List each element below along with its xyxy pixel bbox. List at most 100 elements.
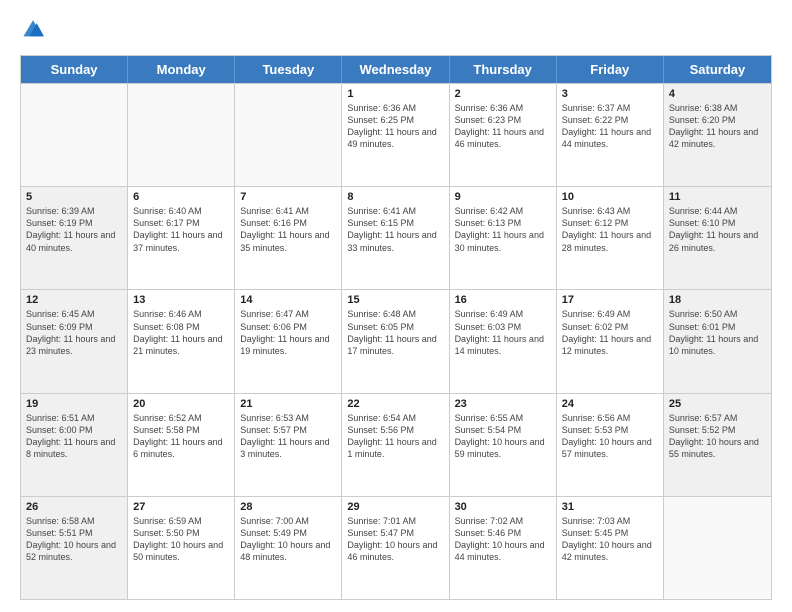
cal-cell: 31 Sunrise: 7:03 AM Sunset: 5:45 PM Dayli…: [557, 497, 664, 599]
day-info: Sunrise: 6:43 AM Sunset: 6:12 PM Dayligh…: [562, 205, 658, 254]
day-info: Sunrise: 6:47 AM Sunset: 6:06 PM Dayligh…: [240, 308, 336, 357]
day-number: 7: [240, 191, 336, 203]
day-info: Sunrise: 6:39 AM Sunset: 6:19 PM Dayligh…: [26, 205, 122, 254]
cal-week-2: 5 Sunrise: 6:39 AM Sunset: 6:19 PM Daylig…: [21, 186, 771, 289]
day-number: 2: [455, 88, 551, 100]
logo: [20, 18, 48, 45]
cal-cell: 13 Sunrise: 6:46 AM Sunset: 6:08 PM Dayli…: [128, 290, 235, 392]
cal-cell: 25Sunrise: 6:57 AM Sunset: 5:52 PM Dayli…: [664, 394, 771, 496]
day-number: 28: [240, 501, 336, 513]
day-number: 26: [26, 501, 122, 513]
day-info: Sunrise: 6:57 AM Sunset: 5:52 PM Dayligh…: [669, 412, 766, 461]
cal-week-3: 12Sunrise: 6:45 AM Sunset: 6:09 PM Dayli…: [21, 289, 771, 392]
cal-cell: 17 Sunrise: 6:49 AM Sunset: 6:02 PM Dayli…: [557, 290, 664, 392]
cal-cell: 28 Sunrise: 7:00 AM Sunset: 5:49 PM Dayli…: [235, 497, 342, 599]
day-number: 29: [347, 501, 443, 513]
calendar: SundayMondayTuesdayWednesdayThursdayFrid…: [20, 55, 772, 600]
cal-cell: 18Sunrise: 6:50 AM Sunset: 6:01 PM Dayli…: [664, 290, 771, 392]
day-info: Sunrise: 6:49 AM Sunset: 6:02 PM Dayligh…: [562, 308, 658, 357]
day-number: 6: [133, 191, 229, 203]
day-info: Sunrise: 6:41 AM Sunset: 6:15 PM Dayligh…: [347, 205, 443, 254]
day-info: Sunrise: 6:46 AM Sunset: 6:08 PM Dayligh…: [133, 308, 229, 357]
cal-cell: 7 Sunrise: 6:41 AM Sunset: 6:16 PM Daylig…: [235, 187, 342, 289]
day-number: 13: [133, 294, 229, 306]
calendar-body: 1 Sunrise: 6:36 AM Sunset: 6:25 PM Daylig…: [21, 83, 771, 599]
cal-cell: 21 Sunrise: 6:53 AM Sunset: 5:57 PM Dayli…: [235, 394, 342, 496]
cal-header-thursday: Thursday: [450, 56, 557, 83]
cal-cell: 16Sunrise: 6:49 AM Sunset: 6:03 PM Dayli…: [450, 290, 557, 392]
day-info: Sunrise: 6:41 AM Sunset: 6:16 PM Dayligh…: [240, 205, 336, 254]
cal-header-sunday: Sunday: [21, 56, 128, 83]
cal-cell: 5 Sunrise: 6:39 AM Sunset: 6:19 PM Daylig…: [21, 187, 128, 289]
cal-cell: 2Sunrise: 6:36 AM Sunset: 6:23 PM Daylig…: [450, 84, 557, 186]
day-info: Sunrise: 6:48 AM Sunset: 6:05 PM Dayligh…: [347, 308, 443, 357]
cal-cell: 3Sunrise: 6:37 AM Sunset: 6:22 PM Daylig…: [557, 84, 664, 186]
day-info: Sunrise: 6:59 AM Sunset: 5:50 PM Dayligh…: [133, 515, 229, 564]
day-number: 31: [562, 501, 658, 513]
day-number: 1: [347, 88, 443, 100]
cal-week-4: 19 Sunrise: 6:51 AM Sunset: 6:00 PM Dayli…: [21, 393, 771, 496]
day-info: Sunrise: 6:51 AM Sunset: 6:00 PM Dayligh…: [26, 412, 122, 461]
day-info: Sunrise: 7:00 AM Sunset: 5:49 PM Dayligh…: [240, 515, 336, 564]
cal-header-friday: Friday: [557, 56, 664, 83]
day-number: 4: [669, 88, 766, 100]
day-info: Sunrise: 6:50 AM Sunset: 6:01 PM Dayligh…: [669, 308, 766, 357]
header: [20, 18, 772, 45]
cal-cell: [235, 84, 342, 186]
cal-header-monday: Monday: [128, 56, 235, 83]
day-number: 10: [562, 191, 658, 203]
cal-cell: 6Sunrise: 6:40 AM Sunset: 6:17 PM Daylig…: [128, 187, 235, 289]
cal-cell: [128, 84, 235, 186]
cal-header-saturday: Saturday: [664, 56, 771, 83]
day-info: Sunrise: 6:36 AM Sunset: 6:25 PM Dayligh…: [347, 102, 443, 151]
day-number: 16: [455, 294, 551, 306]
day-info: Sunrise: 6:53 AM Sunset: 5:57 PM Dayligh…: [240, 412, 336, 461]
day-info: Sunrise: 6:54 AM Sunset: 5:56 PM Dayligh…: [347, 412, 443, 461]
cal-week-1: 1 Sunrise: 6:36 AM Sunset: 6:25 PM Daylig…: [21, 83, 771, 186]
cal-cell: 14Sunrise: 6:47 AM Sunset: 6:06 PM Dayli…: [235, 290, 342, 392]
cal-cell: 23Sunrise: 6:55 AM Sunset: 5:54 PM Dayli…: [450, 394, 557, 496]
cal-cell: 30 Sunrise: 7:02 AM Sunset: 5:46 PM Dayli…: [450, 497, 557, 599]
day-number: 15: [347, 294, 443, 306]
cal-cell: 22 Sunrise: 6:54 AM Sunset: 5:56 PM Dayli…: [342, 394, 449, 496]
day-number: 30: [455, 501, 551, 513]
day-info: Sunrise: 7:03 AM Sunset: 5:45 PM Dayligh…: [562, 515, 658, 564]
day-number: 20: [133, 398, 229, 410]
day-info: Sunrise: 6:55 AM Sunset: 5:54 PM Dayligh…: [455, 412, 551, 461]
cal-cell: [664, 497, 771, 599]
day-info: Sunrise: 7:02 AM Sunset: 5:46 PM Dayligh…: [455, 515, 551, 564]
day-info: Sunrise: 7:01 AM Sunset: 5:47 PM Dayligh…: [347, 515, 443, 564]
day-number: 27: [133, 501, 229, 513]
cal-cell: 8 Sunrise: 6:41 AM Sunset: 6:15 PM Daylig…: [342, 187, 449, 289]
day-info: Sunrise: 6:58 AM Sunset: 5:51 PM Dayligh…: [26, 515, 122, 564]
cal-cell: 1 Sunrise: 6:36 AM Sunset: 6:25 PM Daylig…: [342, 84, 449, 186]
cal-cell: 9 Sunrise: 6:42 AM Sunset: 6:13 PM Daylig…: [450, 187, 557, 289]
day-info: Sunrise: 6:52 AM Sunset: 5:58 PM Dayligh…: [133, 412, 229, 461]
page: SundayMondayTuesdayWednesdayThursdayFrid…: [0, 0, 792, 612]
cal-cell: 12Sunrise: 6:45 AM Sunset: 6:09 PM Dayli…: [21, 290, 128, 392]
cal-header-tuesday: Tuesday: [235, 56, 342, 83]
calendar-header-row: SundayMondayTuesdayWednesdayThursdayFrid…: [21, 56, 771, 83]
day-number: 5: [26, 191, 122, 203]
cal-cell: 10 Sunrise: 6:43 AM Sunset: 6:12 PM Dayli…: [557, 187, 664, 289]
cal-cell: 11 Sunrise: 6:44 AM Sunset: 6:10 PM Dayli…: [664, 187, 771, 289]
cal-cell: 19 Sunrise: 6:51 AM Sunset: 6:00 PM Dayli…: [21, 394, 128, 496]
day-number: 17: [562, 294, 658, 306]
cal-cell: [21, 84, 128, 186]
day-number: 19: [26, 398, 122, 410]
logo-icon: [22, 18, 44, 40]
day-number: 21: [240, 398, 336, 410]
day-number: 22: [347, 398, 443, 410]
day-info: Sunrise: 6:38 AM Sunset: 6:20 PM Dayligh…: [669, 102, 766, 151]
cal-cell: 20 Sunrise: 6:52 AM Sunset: 5:58 PM Dayli…: [128, 394, 235, 496]
day-number: 8: [347, 191, 443, 203]
day-info: Sunrise: 6:44 AM Sunset: 6:10 PM Dayligh…: [669, 205, 766, 254]
day-number: 9: [455, 191, 551, 203]
day-number: 11: [669, 191, 766, 203]
cal-cell: 24 Sunrise: 6:56 AM Sunset: 5:53 PM Dayli…: [557, 394, 664, 496]
day-info: Sunrise: 6:56 AM Sunset: 5:53 PM Dayligh…: [562, 412, 658, 461]
cal-cell: 29 Sunrise: 7:01 AM Sunset: 5:47 PM Dayli…: [342, 497, 449, 599]
day-info: Sunrise: 6:42 AM Sunset: 6:13 PM Dayligh…: [455, 205, 551, 254]
day-number: 24: [562, 398, 658, 410]
cal-cell: 4 Sunrise: 6:38 AM Sunset: 6:20 PM Daylig…: [664, 84, 771, 186]
